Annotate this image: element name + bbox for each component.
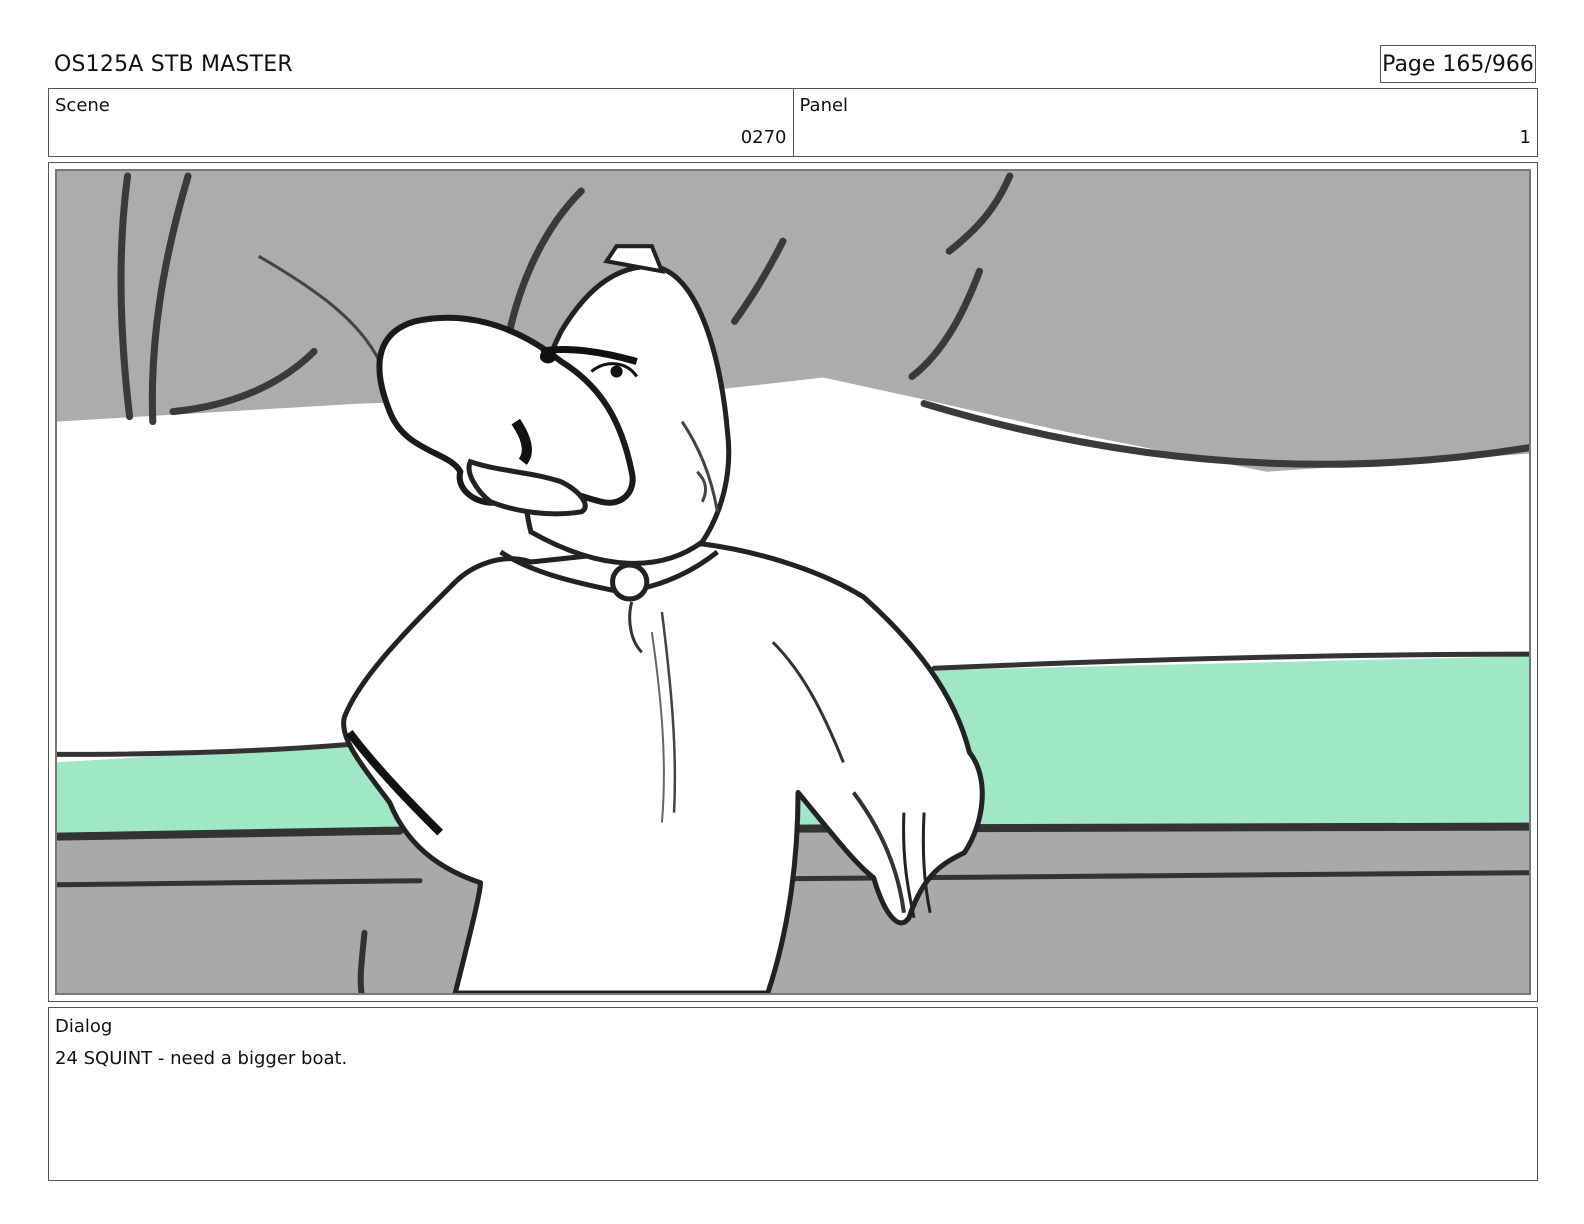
scene-label: Scene <box>55 95 110 116</box>
storyboard-drawing <box>57 171 1529 993</box>
panel-cell: Panel 1 <box>792 89 1538 156</box>
scene-cell: Scene 0270 <box>49 89 793 156</box>
scene-panel-row: Scene 0270 Panel 1 <box>48 88 1538 157</box>
dialog-box: Dialog 24 SQUINT - need a bigger boat. <box>48 1007 1538 1181</box>
page-indicator: Page 165/966 <box>1380 45 1536 83</box>
dialog-text: 24 SQUINT - need a bigger boat. <box>55 1048 348 1069</box>
document-title: OS125A STB MASTER <box>54 52 293 77</box>
storyboard-image <box>55 169 1531 995</box>
panel-number: 1 <box>1519 127 1531 148</box>
dialog-label: Dialog <box>55 1016 113 1037</box>
scene-number: 0270 <box>740 127 787 148</box>
storyboard-frame <box>48 162 1538 1002</box>
panel-label: Panel <box>799 95 849 116</box>
